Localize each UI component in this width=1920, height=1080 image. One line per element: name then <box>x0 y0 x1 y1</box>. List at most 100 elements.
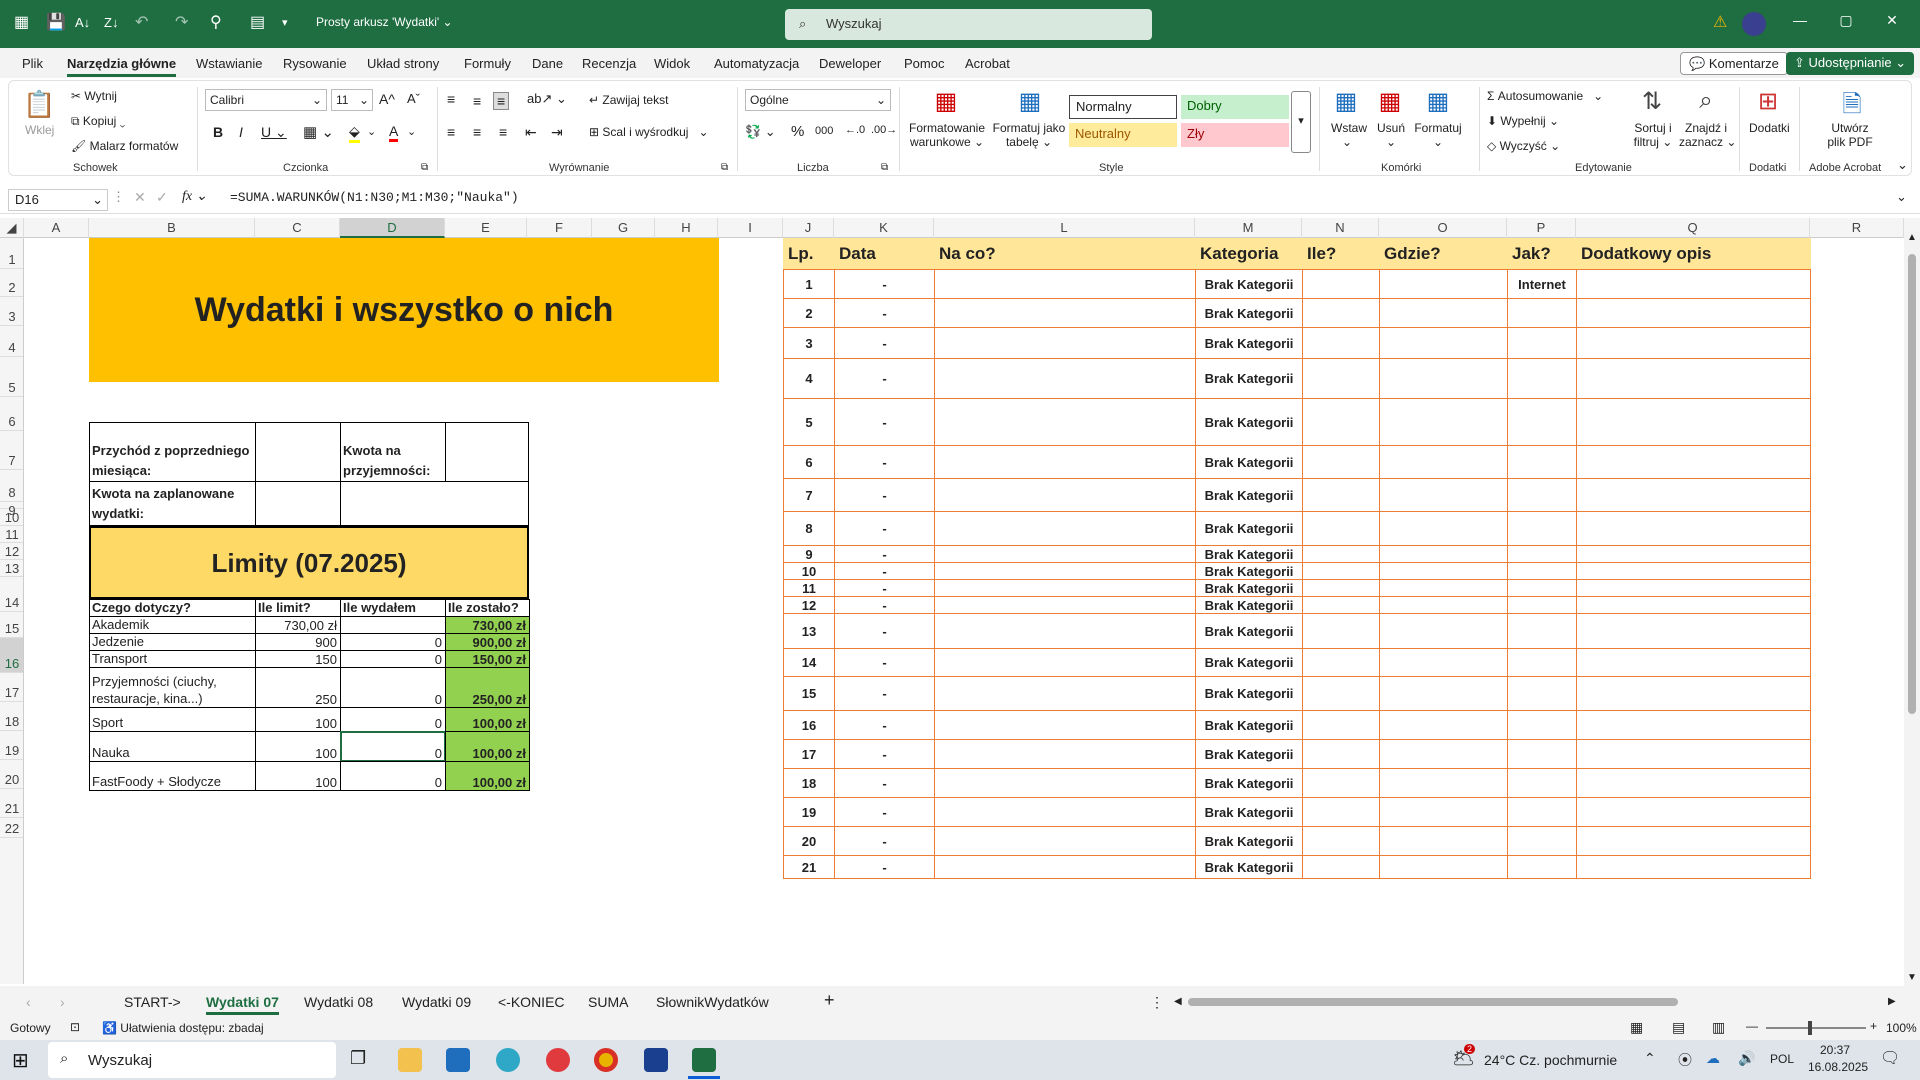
description-cell[interactable] <box>934 739 1196 769</box>
avatar[interactable] <box>1742 12 1766 36</box>
method-cell[interactable] <box>1507 545 1577 563</box>
where-cell[interactable] <box>1379 445 1508 479</box>
notes-cell[interactable] <box>1576 358 1811 399</box>
excel-icon[interactable] <box>692 1048 716 1072</box>
tab-insert[interactable]: Wstawianie <box>196 56 262 71</box>
amount-cell[interactable] <box>1302 596 1380 614</box>
dialog-launcher-icon[interactable]: ⧉ <box>421 162 428 173</box>
shrink-font-icon[interactable]: Aˇ <box>407 91 420 106</box>
description-cell[interactable] <box>934 562 1196 580</box>
notes-cell[interactable] <box>1576 710 1811 740</box>
where-cell[interactable] <box>1379 298 1508 328</box>
method-cell[interactable] <box>1507 826 1577 856</box>
tab-file[interactable]: Plik <box>22 56 43 71</box>
planned-expenses-value-cell[interactable] <box>255 481 341 526</box>
column-header[interactable]: G <box>592 218 655 238</box>
notes-cell[interactable] <box>1576 478 1811 512</box>
limit-value[interactable]: 100 <box>255 707 341 732</box>
notes-cell[interactable] <box>1576 676 1811 711</box>
collapse-ribbon-icon[interactable]: ⌄ <box>1897 157 1908 173</box>
row-number[interactable]: 20 <box>783 826 835 856</box>
date-cell[interactable]: - <box>834 739 935 769</box>
addins-button[interactable]: Dodatki <box>1749 121 1790 135</box>
italic-icon[interactable]: I <box>239 124 243 140</box>
sort-asc-icon[interactable]: A↓ <box>75 13 90 33</box>
copy-button[interactable]: ⧉ Kopiuj ⌄ <box>71 114 125 129</box>
row-number[interactable]: 13 <box>783 613 835 649</box>
row-header[interactable]: 9 <box>0 502 23 518</box>
where-cell[interactable] <box>1379 596 1508 614</box>
tab-automate[interactable]: Automatyzacja <box>714 56 799 71</box>
row-header[interactable]: 14 <box>0 577 23 612</box>
style-good[interactable]: Dobry <box>1181 95 1289 119</box>
increase-indent-icon[interactable]: ⇥ <box>551 124 563 141</box>
create-pdf-button[interactable]: Utwórz plik PDF <box>1817 121 1883 149</box>
date-cell[interactable]: - <box>834 398 935 446</box>
method-cell[interactable] <box>1507 768 1577 798</box>
sheet-tab[interactable]: <-KONIEC <box>498 994 565 1010</box>
conditional-format-icon[interactable]: ▦ <box>929 87 963 116</box>
notes-cell[interactable] <box>1576 445 1811 479</box>
row-number[interactable]: 5 <box>783 398 835 446</box>
date-cell[interactable]: - <box>834 613 935 649</box>
category-cell[interactable]: Brak Kategorii <box>1195 478 1303 512</box>
network-icon[interactable]: ⦿ <box>1678 1050 1692 1070</box>
amount-cell[interactable] <box>1302 648 1380 677</box>
scroll-thumb[interactable] <box>1908 254 1916 714</box>
where-cell[interactable] <box>1379 545 1508 563</box>
style-neutral[interactable]: Neutralny <box>1069 123 1177 147</box>
comma-style-icon[interactable]: 000 <box>815 125 833 137</box>
category-cell[interactable]: Brak Kategorii <box>1195 797 1303 827</box>
decrease-decimal-icon[interactable]: .00→ <box>871 124 897 136</box>
tab-review[interactable]: Recenzja <box>582 56 636 71</box>
tab-home[interactable]: Narzędzia główne <box>67 56 177 77</box>
paste-button[interactable]: Wklej <box>25 123 54 137</box>
category-cell[interactable]: Brak Kategorii <box>1195 545 1303 563</box>
category-cell[interactable]: Brak Kategorii <box>1195 676 1303 711</box>
selected-cell[interactable]: 0 <box>340 731 446 762</box>
row-number[interactable]: 18 <box>783 768 835 798</box>
tab-acrobat[interactable]: Acrobat <box>965 56 1010 71</box>
amount-cell[interactable] <box>1302 445 1380 479</box>
spent-value[interactable]: 0 <box>340 667 446 708</box>
category-name[interactable]: Transport <box>89 650 256 668</box>
description-cell[interactable] <box>934 298 1196 328</box>
tab-data[interactable]: Dane <box>532 56 563 71</box>
column-header[interactable]: B <box>89 218 255 238</box>
onedrive-icon[interactable]: ☁ <box>1706 1050 1720 1067</box>
undo-icon[interactable]: ↶ <box>135 13 148 33</box>
description-cell[interactable] <box>934 545 1196 563</box>
amount-cell[interactable] <box>1302 562 1380 580</box>
row-header[interactable]: 6 <box>0 397 23 431</box>
remaining-value[interactable]: 100,00 zł <box>445 731 530 762</box>
scroll-down-icon[interactable]: ▼ <box>1907 972 1917 983</box>
method-cell[interactable] <box>1507 511 1577 546</box>
amount-cell[interactable] <box>1302 398 1380 446</box>
redo-icon[interactable]: ↷ <box>175 13 188 33</box>
column-header[interactable]: Q <box>1576 218 1810 238</box>
description-cell[interactable] <box>934 398 1196 446</box>
volume-icon[interactable]: 🔊 <box>1738 1050 1755 1067</box>
row-number[interactable]: 19 <box>783 797 835 827</box>
notes-cell[interactable] <box>1576 826 1811 856</box>
row-number[interactable]: 17 <box>783 739 835 769</box>
style-bad[interactable]: Zły <box>1181 123 1289 147</box>
dialog-launcher-icon[interactable]: ⧉ <box>881 162 888 173</box>
name-box[interactable]: D16 ⌄ <box>8 189 108 211</box>
decrease-indent-icon[interactable]: ⇤ <box>525 124 537 141</box>
find-select-icon[interactable]: ⌕ <box>1689 87 1723 115</box>
limit-value[interactable]: 100 <box>255 761 341 791</box>
date-cell[interactable]: - <box>834 596 935 614</box>
notes-cell[interactable] <box>1576 596 1811 614</box>
search-box[interactable]: ⌕ Wyszukaj <box>785 9 1152 40</box>
document-title[interactable]: Prosty arkusz 'Wydatki' ⌄ <box>316 15 453 29</box>
accessibility-button[interactable]: ♿ Ułatwienia dostępu: zbadaj <box>102 1021 264 1035</box>
where-cell[interactable] <box>1379 613 1508 649</box>
sheet-tab-active[interactable]: Wydatki 07 <box>206 994 279 1015</box>
notes-cell[interactable] <box>1576 579 1811 597</box>
row-header[interactable]: 19 <box>0 731 23 760</box>
amount-cell[interactable] <box>1302 579 1380 597</box>
method-cell[interactable]: Internet <box>1507 269 1577 299</box>
delete-button[interactable]: Usuń ⌄ <box>1375 121 1407 149</box>
row-header[interactable]: 10 <box>0 509 23 526</box>
